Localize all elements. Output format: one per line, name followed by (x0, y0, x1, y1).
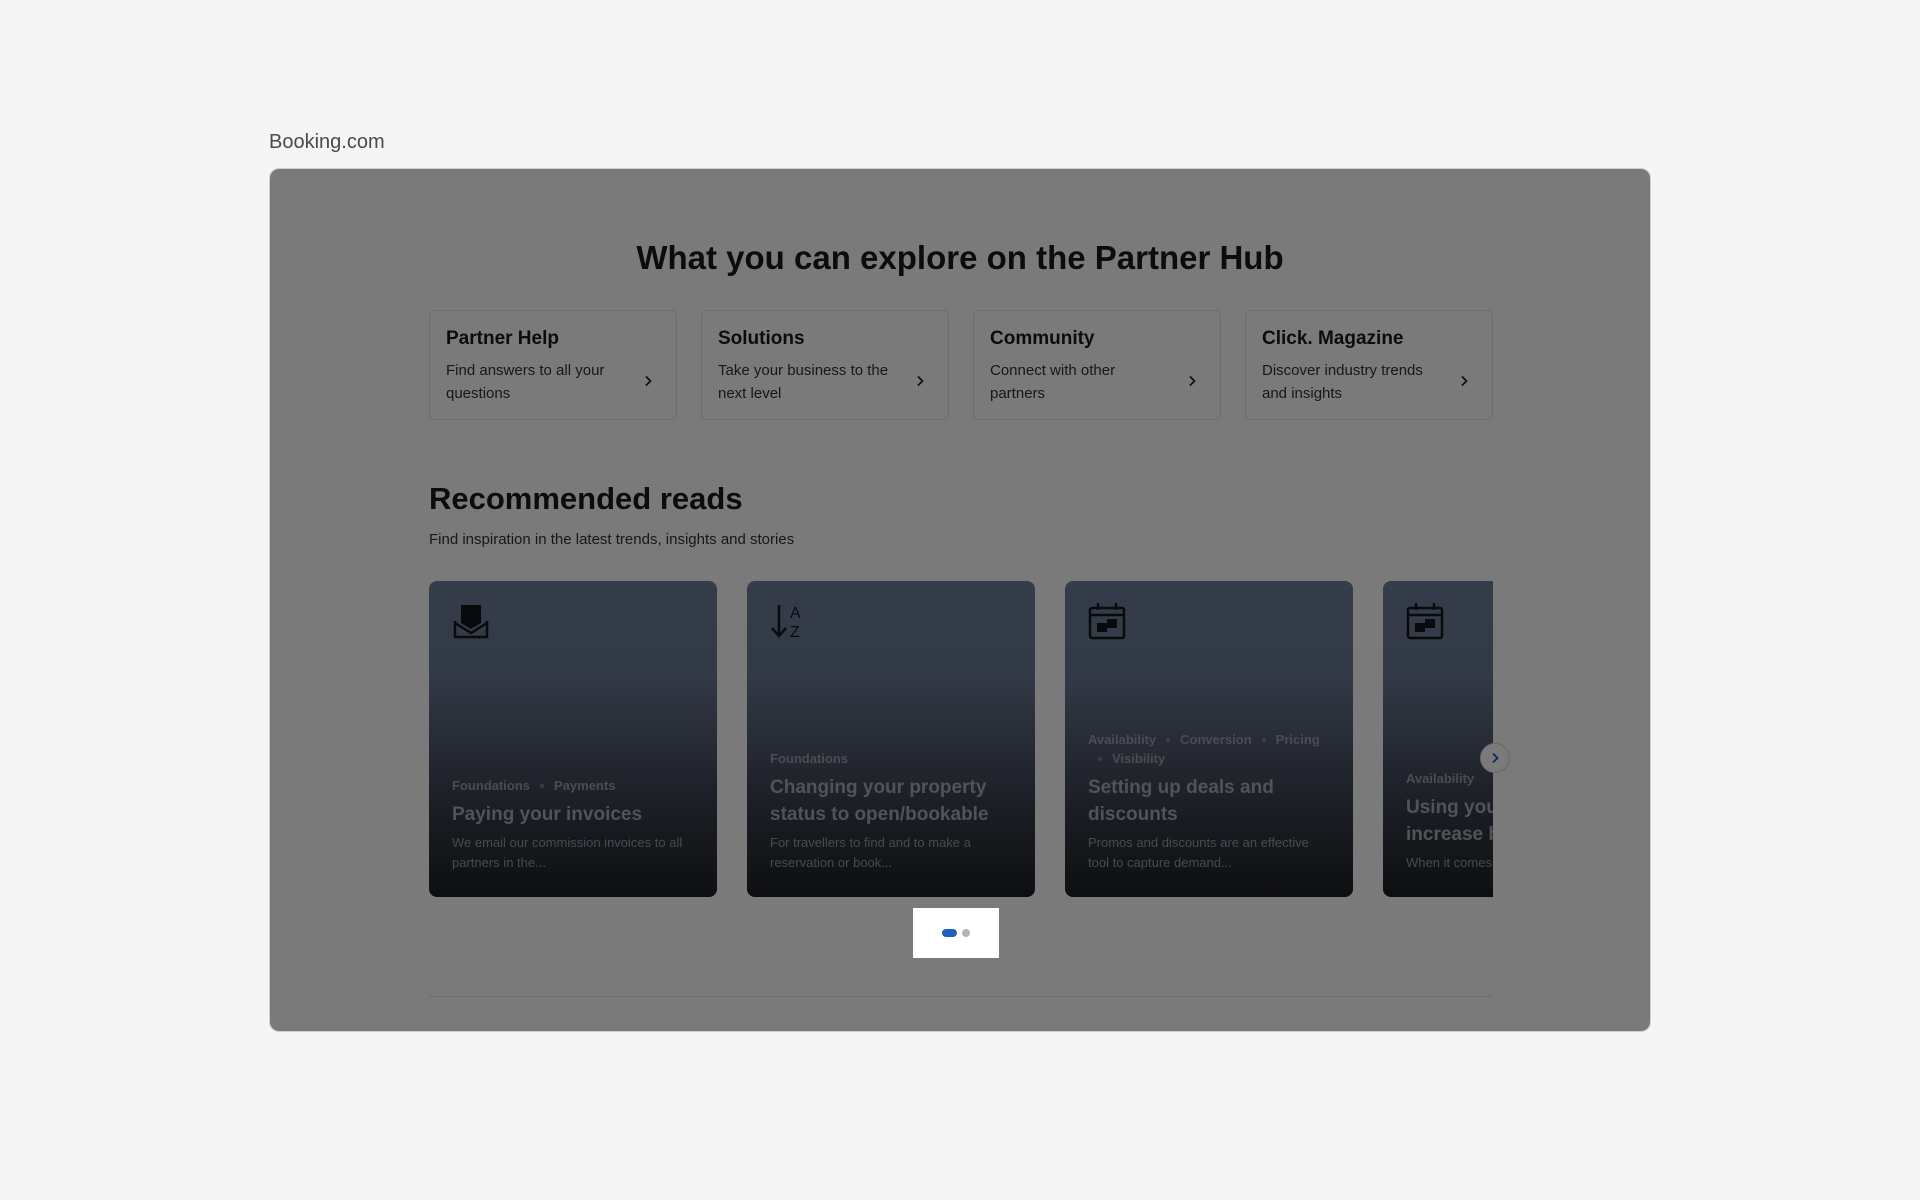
read-card-content: Availability Conversion Pricing Visibili… (1088, 732, 1331, 873)
hub-card-title: Partner Help (446, 328, 559, 349)
tag: Payments (530, 778, 615, 793)
hub-card-partner-help[interactable]: Partner Help Find answers to all your qu… (429, 310, 677, 420)
chevron-right-icon (917, 375, 924, 387)
tag: Foundations (770, 751, 848, 766)
carousel-track: Foundations Payments Paying your invoice… (429, 581, 1493, 897)
hub-cards: Partner Help Find answers to all your qu… (429, 310, 1493, 420)
tag: Foundations (452, 778, 530, 793)
pagination-dot[interactable] (962, 929, 970, 937)
hub-card-desc: Find answers to all your questions (446, 362, 605, 402)
tag-list: Foundations (770, 751, 1013, 766)
read-card-content: Availability Using your rate plans to in… (1406, 771, 1493, 873)
carousel-next-button[interactable] (1480, 743, 1510, 773)
read-card-desc: Promos and discounts are an effective to… (1088, 835, 1309, 870)
tag: Conversion (1156, 732, 1252, 747)
tag-list: Availability Conversion Pricing Visibili… (1088, 732, 1331, 766)
hub-card-title: Community (990, 328, 1095, 349)
read-card-content: Foundations Changing your property statu… (770, 751, 1013, 873)
sort-az-icon: A Z (771, 605, 801, 641)
section-title: Recommended reads (429, 481, 743, 516)
read-card-desc: We email our commission invoices to all … (452, 835, 683, 870)
tag: Visibility (1088, 751, 1165, 766)
svg-text:Z: Z (790, 624, 800, 641)
read-card-title: Using your rate plans to increase b (1406, 797, 1493, 845)
read-card-title: Paying your invoices (452, 804, 643, 825)
read-card[interactable]: Foundations Payments Paying your invoice… (429, 581, 717, 897)
reads-carousel: Foundations Payments Paying your invoice… (429, 581, 1493, 897)
svg-text:A: A (790, 605, 801, 622)
tag-list: Foundations Payments (452, 778, 695, 793)
partner-hub-page: What you can explore on the Partner Hub … (270, 169, 1650, 1031)
read-card[interactable]: Availability Conversion Pricing Visibili… (1065, 581, 1353, 897)
chevron-right-icon (645, 375, 652, 387)
read-card[interactable]: A Z Foundations Changing your property s… (747, 581, 1035, 897)
hub-card-title: Click. Magazine (1262, 328, 1404, 349)
site-label: Booking.com (269, 131, 385, 153)
hub-card-desc: Connect with other partners (990, 362, 1116, 402)
calendar-icon (1088, 603, 1126, 640)
read-card-title: Changing your property status to open/bo… (770, 777, 989, 825)
chevron-right-icon (1461, 375, 1468, 387)
tag-list: Availability (1406, 771, 1493, 786)
page-title: What you can explore on the Partner Hub (636, 239, 1284, 276)
hub-card-community[interactable]: Community Connect with other partners (973, 310, 1221, 420)
tag: Availability (1406, 771, 1475, 786)
hub-card-solutions[interactable]: Solutions Take your business to the next… (701, 310, 949, 420)
calendar-icon (1406, 603, 1444, 640)
read-card-content: Foundations Payments Paying your invoice… (452, 778, 695, 873)
read-card-desc: For travellers to find and to make a res… (770, 835, 971, 870)
preview-frame: What you can explore on the Partner Hub … (269, 168, 1651, 1032)
chevron-right-icon (1189, 375, 1196, 387)
read-card-desc: When it comes to the number of gue (1406, 855, 1493, 870)
inbox-icon (453, 605, 489, 639)
pagination-dot-active[interactable] (942, 929, 957, 937)
section-subtitle: Find inspiration in the latest trends, i… (429, 531, 795, 548)
hub-card-desc: Take your business to the next level (718, 362, 889, 402)
hub-card-desc: Discover industry trends and insights (1262, 362, 1423, 402)
carousel-pagination (913, 908, 999, 958)
hub-card-click-magazine[interactable]: Click. Magazine Discover industry trends… (1245, 310, 1493, 420)
chevron-right-icon (1492, 752, 1499, 764)
read-card-title: Setting up deals and discounts (1088, 777, 1274, 825)
read-card[interactable]: Availability Using your rate plans to in… (1383, 581, 1493, 897)
tag: Availability (1088, 732, 1157, 747)
tag: Pricing (1252, 732, 1320, 747)
hub-card-title: Solutions (718, 328, 805, 349)
divider (429, 996, 1493, 997)
